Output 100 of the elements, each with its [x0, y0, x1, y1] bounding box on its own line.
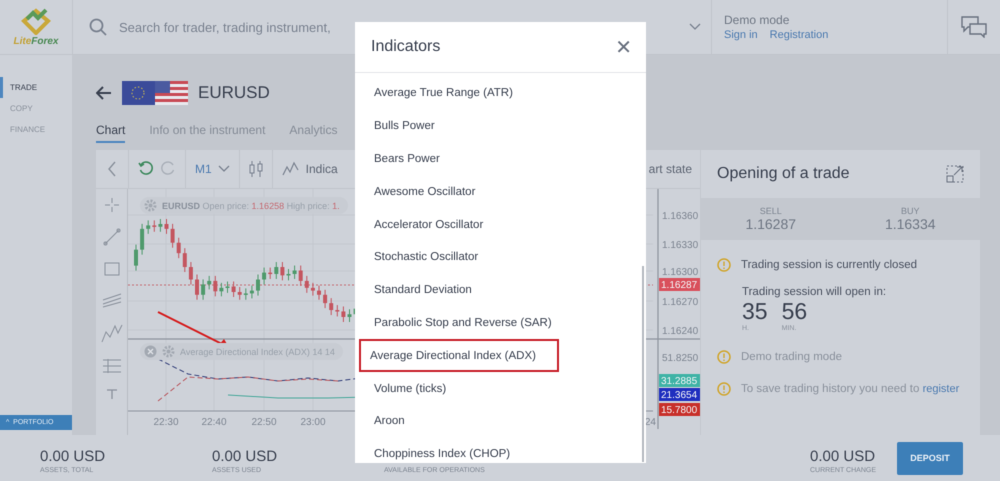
account-link[interactable]: Sign in	[724, 29, 758, 41]
line-tool-icon[interactable]	[102, 228, 120, 246]
back-arrow-icon[interactable]	[96, 86, 112, 100]
indicator-item[interactable]: Parabolic Stop and Reverse (SAR)	[359, 306, 559, 340]
indicator-tick: 51.8250	[662, 353, 698, 364]
candlestick	[207, 275, 212, 290]
register-link[interactable]: register	[922, 383, 960, 395]
chevron-left-icon[interactable]	[107, 161, 117, 177]
deposit-button[interactable]: DEPOSIT	[897, 442, 963, 474]
candlestick	[280, 262, 284, 281]
channel-tool-icon[interactable]	[102, 292, 122, 308]
candlestick	[292, 265, 297, 280]
candlestick	[323, 289, 328, 309]
indicator-tag: 21.3654	[659, 388, 700, 401]
price-tick: 1.16330	[662, 240, 698, 251]
candlestick	[232, 280, 236, 298]
candlestick	[250, 285, 254, 299]
notice-text: Demo trading mode	[741, 351, 842, 363]
candlestick	[262, 267, 266, 286]
time-tick: 22:30	[153, 417, 179, 428]
indicator-item[interactable]: Bears Power	[359, 142, 559, 176]
chat-icon[interactable]	[961, 16, 987, 38]
warning-icon	[717, 382, 731, 396]
caret-icon[interactable]	[689, 23, 701, 31]
candlestick	[188, 262, 193, 286]
candlestick	[164, 218, 168, 234]
logo-icon	[19, 7, 53, 35]
indicator-item[interactable]: Average True Range (ATR)	[359, 77, 559, 110]
candlestick	[335, 304, 340, 317]
candlestick	[317, 285, 321, 300]
stat-value: 0.00 USD	[810, 448, 876, 465]
candlestick	[341, 306, 346, 322]
redo-icon[interactable]	[160, 161, 176, 177]
notice-text: Trading session is currently closed	[741, 259, 917, 271]
candlestick	[274, 262, 278, 280]
account-link[interactable]: Registration	[770, 29, 828, 41]
close-button[interactable]: ✕	[615, 35, 632, 59]
fibonacci-tool-icon[interactable]	[102, 358, 122, 374]
rectangle-tool-icon[interactable]	[102, 261, 120, 277]
expand-icon[interactable]	[946, 165, 964, 183]
notice-text: To save trading history you need to register	[741, 383, 960, 395]
candlestick	[219, 282, 224, 297]
countdown-value: 56	[782, 298, 808, 325]
stat-value: 0.00 USD	[40, 448, 106, 465]
indicator-item[interactable]: Accelerator Oscillator	[359, 208, 559, 241]
indicator-item[interactable]: Choppiness Index (CHOP)	[359, 438, 559, 463]
chart-state-button[interactable]: art state	[648, 162, 700, 176]
price-tick: 1.16240	[662, 326, 698, 337]
time-tick: 22:50	[251, 417, 277, 428]
indicators-button[interactable]: Indica	[306, 162, 338, 176]
close-icon[interactable]	[144, 345, 157, 358]
warning-icon	[717, 258, 731, 272]
text-tool-icon[interactable]	[106, 389, 118, 399]
candlestick-icon[interactable]	[248, 160, 263, 178]
candlestick	[158, 218, 162, 232]
gear-icon[interactable]	[162, 345, 175, 358]
candlestick	[298, 265, 303, 286]
buy-label: BUY	[900, 206, 920, 216]
candlestick	[213, 275, 218, 297]
indicator-item[interactable]: Stochastic Oscillator	[359, 240, 559, 274]
candlestick	[201, 278, 206, 300]
flags-icon	[122, 80, 188, 104]
candlestick	[348, 308, 352, 322]
indicator-tag: 31.2885	[659, 374, 700, 387]
candlestick	[304, 275, 309, 294]
indicator-item[interactable]: Bulls Power	[359, 110, 559, 143]
timeframe-selector[interactable]: M1	[195, 162, 212, 176]
countdown-value: 35	[742, 298, 768, 325]
candlestick	[268, 267, 272, 280]
candlestick	[256, 274, 260, 296]
indicator-item[interactable]: Standard Deviation	[359, 274, 559, 307]
candlestick	[182, 248, 187, 273]
tab[interactable]: Chart	[96, 123, 126, 143]
warning-icon	[717, 350, 731, 364]
sidebar-item[interactable]: TRADE	[0, 77, 72, 98]
price-tag: 1.16287	[659, 278, 700, 291]
time-tick: 23:00	[300, 417, 326, 428]
indicator-item[interactable]: Aroon	[359, 404, 559, 438]
candlestick	[152, 220, 156, 232]
candlestick	[310, 282, 315, 296]
candlestick	[146, 220, 150, 234]
buy-price[interactable]: 1.16334	[884, 216, 936, 232]
pattern-tool-icon[interactable]	[100, 323, 122, 343]
indicator-item[interactable]: Average Directional Index (ADX)	[359, 339, 559, 372]
indicator-icon	[282, 161, 300, 177]
gear-icon[interactable]	[144, 199, 157, 212]
caret-icon[interactable]	[218, 165, 230, 173]
crosshair-icon[interactable]	[104, 197, 120, 213]
candlestick	[195, 274, 199, 300]
sell-price[interactable]: 1.16287	[745, 216, 796, 232]
indicator-item[interactable]: Awesome Oscillator	[359, 175, 559, 208]
indicator-item[interactable]: Volume (ticks)	[359, 372, 559, 405]
countdown-caption: Trading session will open in:	[742, 286, 888, 298]
price-tick: 1.16270	[662, 297, 698, 308]
candlestick	[226, 280, 230, 294]
undo-icon[interactable]	[138, 161, 154, 177]
candlestick	[286, 268, 290, 281]
account-mode: Demo mode	[724, 13, 790, 27]
candlestick	[140, 223, 144, 256]
scrollbar[interactable]	[642, 266, 644, 462]
